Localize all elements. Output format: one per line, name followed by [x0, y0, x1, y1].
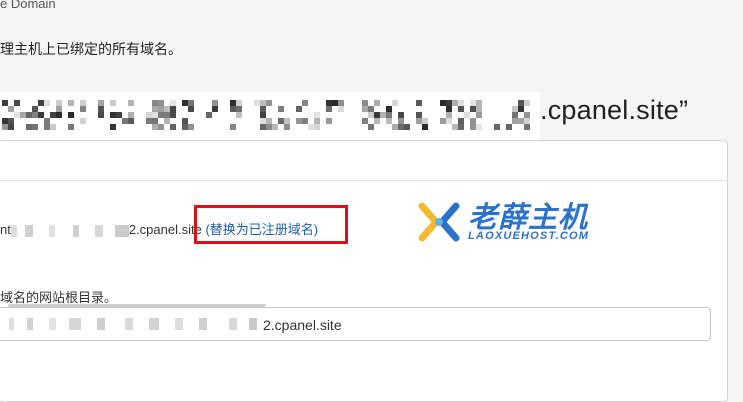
- document-root-value: 2.cpanel.site: [263, 317, 342, 333]
- page-heading: .cpanel.site”: [540, 95, 689, 125]
- redacted-path: [9, 318, 257, 330]
- pixelated-domain: [0, 100, 532, 132]
- logo-subtext: LAOXUEHOST.COM: [468, 230, 590, 242]
- page-description: 理主机上已绑定的所有域名。: [0, 41, 182, 57]
- logo-icon: [418, 202, 460, 242]
- panel-divider: [0, 180, 727, 181]
- redacted-domain: [10, 224, 129, 237]
- domain-suffix: 2.cpanel.site: [128, 222, 202, 237]
- domain-prefix: nt: [0, 222, 11, 237]
- breadcrumb: e Domain: [0, 0, 56, 11]
- laoxuehost-logo: 老薛主机 LAOXUEHOST.COM: [416, 192, 616, 252]
- heading-redacted-area: [0, 92, 540, 140]
- annotation-highlight-box: [194, 205, 348, 244]
- document-root-input[interactable]: 2.cpanel.site: [0, 307, 711, 341]
